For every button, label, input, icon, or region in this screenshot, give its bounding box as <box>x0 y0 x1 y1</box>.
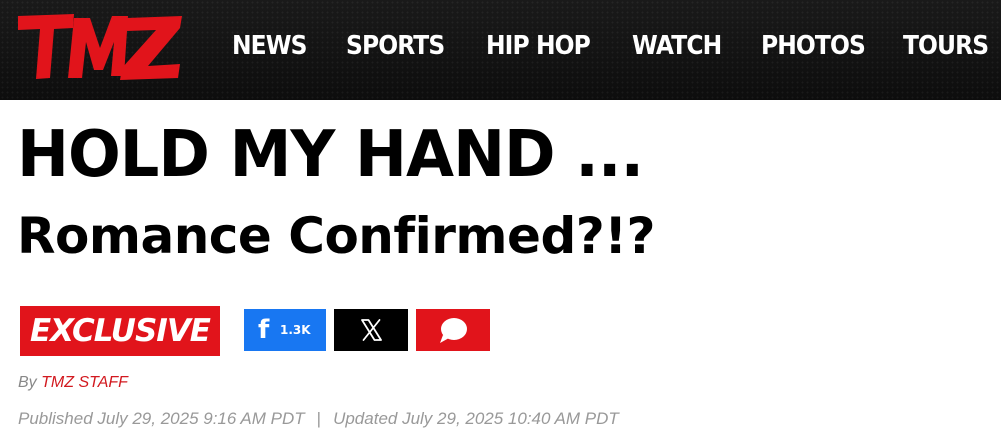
main-nav: NEWS SPORTS HIP HOP WATCH PHOTOS TOURS <box>0 0 1001 92</box>
nav-item-news[interactable]: NEWS <box>232 26 308 66</box>
facebook-share-count: 1.3K <box>280 323 311 337</box>
x-logo-icon <box>361 319 382 341</box>
updated-date: Updated July 29, 2025 10:40 AM PDT <box>333 409 619 428</box>
nav-item-watch[interactable]: WATCH <box>632 26 722 66</box>
site-header: NEWS SPORTS HIP HOP WATCH PHOTOS TOURS <box>0 0 1001 100</box>
published-date: Published July 29, 2025 9:16 AM PDT <box>18 409 305 428</box>
facebook-icon: f <box>258 315 270 345</box>
comments-button[interactable] <box>416 309 490 351</box>
article-dates: Published July 29, 2025 9:16 AM PDT | Upda… <box>18 407 619 431</box>
exclusive-badge: EXCLUSIVE <box>20 306 220 356</box>
facebook-share-button[interactable]: f 1.3K <box>244 309 326 351</box>
nav-item-hip-hop[interactable]: HIP HOP <box>486 26 591 66</box>
article-headline: HOLD MY HAND ... Romance Confirmed?!? <box>17 110 987 272</box>
headline-line-2: Romance Confirmed?!? <box>17 207 656 265</box>
author-link[interactable]: TMZ STAFF <box>41 374 128 391</box>
nav-item-photos[interactable]: PHOTOS <box>761 26 866 66</box>
byline: By TMZ STAFF <box>18 372 128 394</box>
x-share-button[interactable] <box>334 309 408 351</box>
date-separator: | <box>316 409 322 428</box>
byline-prefix: By <box>18 374 37 391</box>
headline-line-1: HOLD MY HAND ... <box>17 118 644 192</box>
comment-bubble-icon <box>440 318 467 343</box>
nav-item-tours[interactable]: TOURS <box>903 26 989 66</box>
nav-item-sports[interactable]: SPORTS <box>346 26 445 66</box>
